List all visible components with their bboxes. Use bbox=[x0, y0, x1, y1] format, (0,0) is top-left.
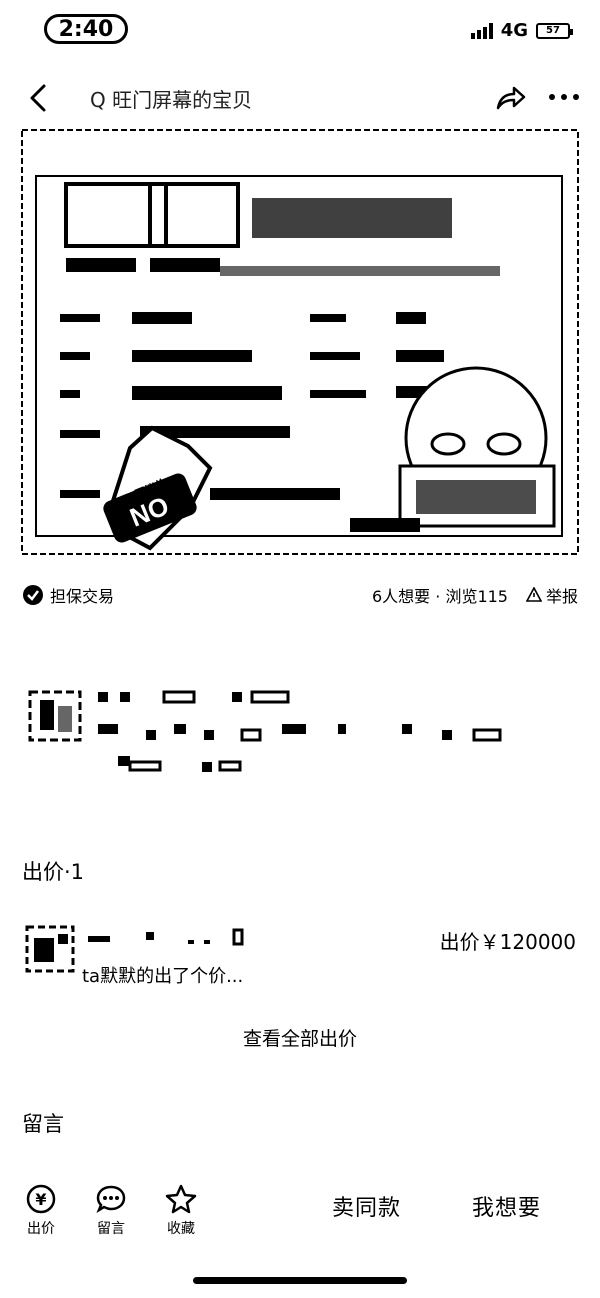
bid-action[interactable]: ¥ 出价 bbox=[16, 1184, 66, 1238]
bid-price: 出价￥120000 bbox=[439, 930, 576, 954]
item-description bbox=[98, 690, 502, 772]
search-text: Q 旺门屏幕的宝贝 bbox=[90, 88, 253, 112]
comment-action-label: 留言 bbox=[97, 1221, 125, 1237]
guarantee-label: 担保交易 bbox=[50, 587, 115, 606]
bid-action-label: 出价 bbox=[27, 1221, 55, 1237]
status-indicators: 4G 57 bbox=[470, 20, 573, 41]
network-type: 4G bbox=[500, 20, 528, 41]
product-image[interactable]: NO 不议价 bbox=[20, 128, 580, 556]
signal-icon bbox=[470, 22, 493, 39]
comment-action[interactable]: 留言 bbox=[86, 1184, 136, 1238]
bids-section-title: 出价·1 bbox=[22, 860, 85, 884]
report-label: 举报 bbox=[545, 587, 578, 606]
warning-icon bbox=[525, 587, 542, 602]
chat-icon bbox=[96, 1185, 126, 1213]
share-icon[interactable] bbox=[492, 80, 528, 116]
time-text: 2:40 bbox=[58, 16, 114, 42]
bid-message: ta默默的出了个价... bbox=[82, 966, 244, 987]
favorite-action-label: 收藏 bbox=[167, 1221, 195, 1237]
bidder-name bbox=[88, 928, 244, 946]
view-all-bids-link[interactable]: 查看全部出价 bbox=[0, 1024, 600, 1051]
star-icon bbox=[165, 1184, 197, 1214]
more-icon[interactable] bbox=[544, 82, 584, 112]
home-indicator[interactable] bbox=[193, 1277, 407, 1284]
battery-icon: 57 bbox=[536, 22, 573, 39]
status-time: 2:40 bbox=[44, 14, 128, 44]
sell-same-button[interactable]: 卖同款 bbox=[332, 1190, 401, 1222]
messages-section-title: 留言 bbox=[22, 1112, 64, 1136]
guarantee-icon bbox=[23, 585, 43, 605]
battery-level: 57 bbox=[546, 24, 560, 36]
report-button[interactable]: 举报 bbox=[525, 583, 578, 607]
back-icon[interactable] bbox=[22, 80, 58, 116]
yen-icon: ¥ bbox=[26, 1184, 56, 1214]
svg-text:¥: ¥ bbox=[35, 1190, 46, 1209]
guarantee-badge[interactable]: 担保交易 bbox=[22, 583, 114, 607]
want-button[interactable]: 我想要 bbox=[472, 1190, 541, 1222]
bidder-avatar[interactable] bbox=[24, 924, 76, 974]
favorite-action[interactable]: 收藏 bbox=[156, 1184, 206, 1238]
item-info-row: 担保交易 6人想要 · 浏览115 举报 bbox=[22, 582, 578, 608]
item-stats: 6人想要 · 浏览115 bbox=[372, 587, 508, 606]
seller-avatar[interactable] bbox=[26, 688, 84, 744]
search-bar[interactable]: Q 旺门屏幕的宝贝 bbox=[90, 84, 252, 113]
